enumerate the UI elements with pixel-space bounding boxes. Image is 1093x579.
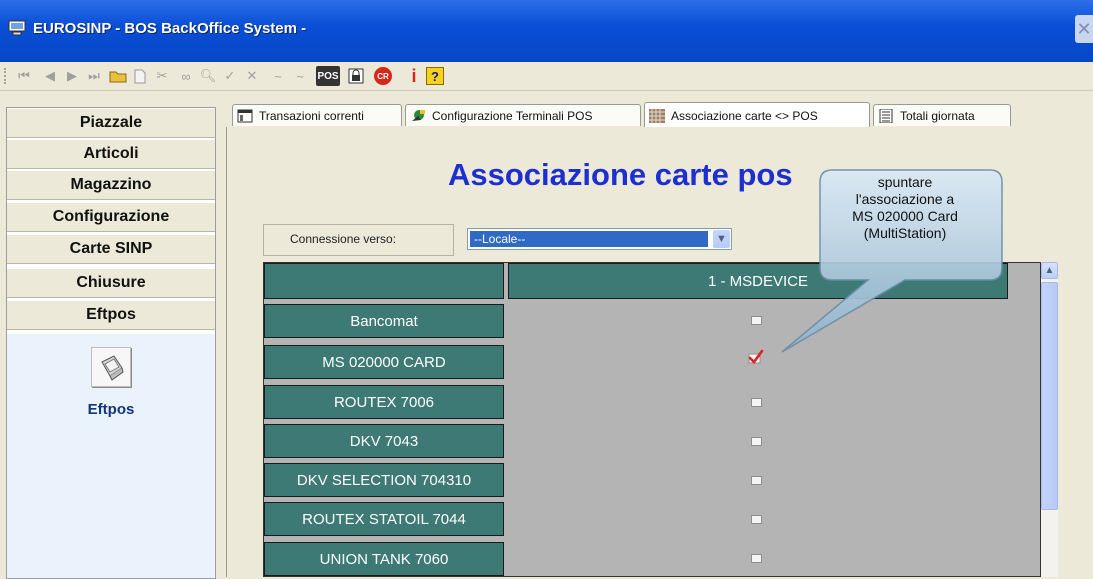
association-checkbox-union-tank-7060[interactable] bbox=[751, 554, 762, 563]
pattern-icon bbox=[649, 108, 665, 123]
callout-line: l'associazione a bbox=[855, 191, 955, 207]
signature-icon[interactable]: ~ bbox=[268, 66, 288, 86]
grid-row-label: DKV 7043 bbox=[264, 424, 504, 458]
connection-select-value: --Locale-- bbox=[470, 231, 708, 247]
grid-row-label: MS 020000 CARD bbox=[264, 345, 504, 379]
callout-line: (MultiStation) bbox=[863, 225, 947, 241]
grid-row-label: ROUTEX 7006 bbox=[264, 385, 504, 419]
grid-row-label: Bancomat bbox=[264, 304, 504, 338]
app-icon bbox=[8, 20, 26, 36]
scroll-up-icon[interactable]: ▲ bbox=[1041, 262, 1058, 279]
signature-alt-icon[interactable]: ~ bbox=[290, 66, 310, 86]
prev-record-icon[interactable]: ◀ bbox=[40, 66, 60, 86]
grid-row-label: UNION TANK 7060 bbox=[264, 542, 504, 576]
last-record-icon[interactable]: ⏭ bbox=[84, 66, 104, 86]
cr-icon-label: CR bbox=[377, 71, 389, 81]
tab-transazioni-correnti[interactable]: Transazioni correnti bbox=[232, 104, 402, 126]
cr-icon[interactable]: CR bbox=[374, 67, 392, 85]
sidebar-panel-label: Eftpos bbox=[87, 401, 135, 418]
card-reader-icon[interactable] bbox=[91, 347, 131, 387]
sidebar-item-eftpos[interactable]: Eftpos bbox=[7, 300, 215, 330]
tab-label: Transazioni correnti bbox=[259, 108, 364, 123]
chevron-down-icon[interactable]: ▼ bbox=[713, 230, 730, 248]
terminal-icon bbox=[412, 109, 425, 121]
document-icon bbox=[879, 108, 893, 123]
sidebar-item-chiusure[interactable]: Chiusure bbox=[7, 268, 215, 298]
grid-column-header: 1 - MSDEVICE bbox=[508, 263, 1008, 299]
tab-totali-giornata[interactable]: Totali giornata bbox=[873, 104, 1011, 126]
binoculars-icon[interactable]: ∞ bbox=[176, 66, 196, 86]
callout-line: MS 020000 Card bbox=[852, 208, 958, 224]
confirm-icon[interactable]: ✓ bbox=[220, 66, 240, 86]
window-title: EUROSINP - BOS BackOffice System - bbox=[33, 20, 307, 37]
sidebar-item-articoli[interactable]: Articoli bbox=[7, 139, 215, 169]
cancel-icon[interactable]: ✕ bbox=[242, 66, 262, 86]
association-checkbox-routex-statoil-7044[interactable] bbox=[751, 515, 762, 524]
grid-scrollbar[interactable]: ▲ bbox=[1041, 262, 1058, 577]
sidebar-item-carte-sinp[interactable]: Carte SINP bbox=[7, 234, 215, 264]
sidebar-item-magazzino[interactable]: Magazzino bbox=[7, 170, 215, 200]
new-document-icon[interactable] bbox=[130, 66, 150, 86]
association-checkbox-dkv-7043[interactable] bbox=[751, 437, 762, 446]
help-icon[interactable]: ? bbox=[426, 67, 444, 85]
tab-bar: Transazioni correnti Configurazione Term… bbox=[226, 102, 1093, 128]
sidebar: Piazzale Articoli Magazzino Configurazio… bbox=[6, 107, 216, 579]
association-checkbox-routex-7006[interactable] bbox=[751, 398, 762, 407]
info-icon-label: i bbox=[411, 65, 417, 86]
tab-configurazione-terminali-pos[interactable]: Configurazione Terminali POS bbox=[405, 104, 641, 126]
tab-associazione-carte-pos[interactable]: Associazione carte <> POS bbox=[644, 102, 870, 128]
close-button[interactable]: ✕ bbox=[1075, 15, 1093, 43]
connection-label: Connessione verso: bbox=[290, 232, 397, 246]
sidebar-panel: Eftpos bbox=[7, 334, 215, 578]
association-checkbox-bancomat[interactable] bbox=[751, 316, 762, 325]
lock-icon[interactable] bbox=[346, 66, 366, 86]
first-record-icon[interactable]: ⏮ bbox=[14, 66, 34, 86]
page-title: Associazione carte pos bbox=[448, 157, 793, 192]
tab-label: Totali giornata bbox=[900, 108, 975, 123]
info-icon[interactable]: i bbox=[404, 66, 424, 86]
callout-text: spuntare l'associazione a MS 020000 Card… bbox=[820, 174, 990, 242]
tab-label: Associazione carte <> POS bbox=[671, 108, 818, 123]
search-icon[interactable]: 🔍︎ bbox=[198, 66, 218, 86]
open-folder-icon[interactable] bbox=[108, 66, 128, 86]
next-record-icon[interactable]: ▶ bbox=[62, 66, 82, 86]
sidebar-item-piazzale[interactable]: Piazzale bbox=[7, 108, 215, 138]
grid-row-label: DKV SELECTION 704310 bbox=[264, 463, 504, 497]
connection-select[interactable]: --Locale-- ▼ bbox=[467, 228, 732, 250]
sidebar-item-configurazione[interactable]: Configurazione bbox=[7, 202, 215, 232]
pos-icon[interactable]: POS bbox=[316, 66, 340, 86]
association-checkbox-ms-020000-card[interactable] bbox=[746, 349, 764, 367]
help-icon-label: ? bbox=[431, 68, 439, 84]
callout-line: spuntare bbox=[877, 174, 933, 190]
grid-row-label: ROUTEX STATOIL 7044 bbox=[264, 502, 504, 536]
toolbar: ⏮ ◀ ▶ ⏭ ✂ ∞ 🔍︎ ✓ ✕ ~ ~ POS CR i ? bbox=[0, 62, 1093, 91]
tab-label: Configurazione Terminali POS bbox=[432, 108, 593, 123]
scroll-thumb[interactable] bbox=[1041, 282, 1058, 510]
grid-corner-header bbox=[264, 263, 504, 299]
title-bar: EUROSINP - BOS BackOffice System - ✕ bbox=[0, 0, 1093, 62]
association-checkbox-dkv-selection-704310[interactable] bbox=[751, 476, 762, 485]
list-icon bbox=[237, 109, 253, 122]
cut-icon[interactable]: ✂ bbox=[152, 66, 172, 86]
toolbar-grip[interactable] bbox=[4, 68, 9, 84]
pos-icon-label: POS bbox=[317, 70, 339, 82]
